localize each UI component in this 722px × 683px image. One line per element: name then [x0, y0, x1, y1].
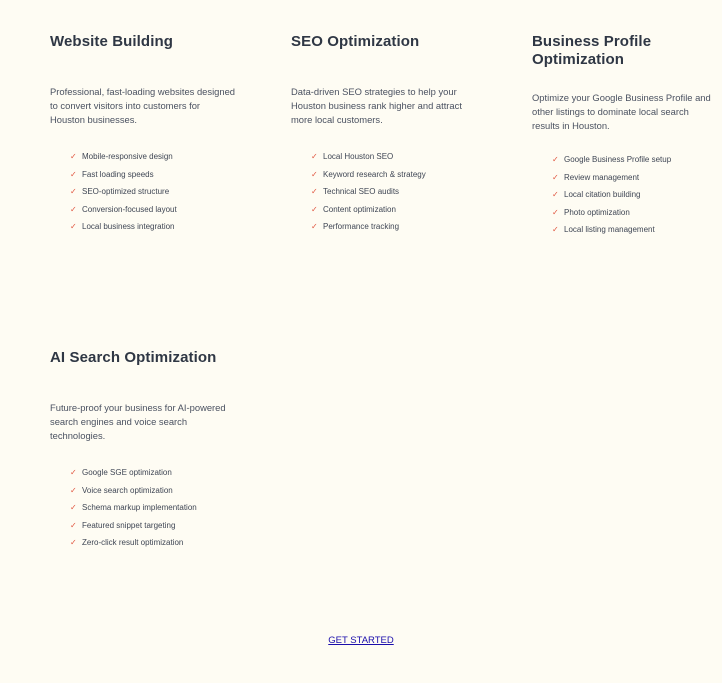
feature-item: ✓ Zero-click result optimization	[70, 537, 235, 555]
check-icon: ✓	[70, 222, 77, 231]
feature-item: ✓ Local Houston SEO	[311, 151, 476, 169]
feature-item: ✓ Mobile-responsive design	[70, 151, 235, 169]
feature-label: Local Houston SEO	[323, 152, 394, 161]
feature-label: Voice search optimization	[82, 485, 173, 495]
cta-container: GET STARTED	[0, 635, 722, 647]
feature-item: ✓ SEO-optimized structure	[70, 186, 235, 204]
check-icon: ✓	[70, 187, 77, 196]
check-icon: ✓	[311, 152, 318, 161]
check-icon: ✓	[70, 204, 77, 214]
check-icon: ✓	[311, 204, 318, 214]
feature-item: ✓ Schema markup implementation	[70, 502, 235, 520]
feature-label: Featured snippet targeting	[82, 520, 176, 530]
check-icon: ✓	[552, 155, 559, 164]
get-started-link[interactable]: GET STARTED	[328, 635, 393, 646]
feature-item: ✓ Fast loading speeds	[70, 169, 235, 187]
check-icon: ✓	[70, 520, 77, 530]
feature-item: ✓ Conversion-focused layout	[70, 204, 235, 222]
feature-list: ✓ Mobile-responsive design ✓ Fast loading …	[70, 151, 235, 239]
feature-label: Schema markup implementation	[82, 503, 197, 512]
service-title: SEO Optimization	[291, 33, 420, 50]
feature-item: ✓ Review management	[552, 172, 718, 190]
feature-label: Fast loading speeds	[82, 169, 154, 179]
service-title: AI Search Optimization	[50, 349, 217, 366]
service-description: Optimize your Google Business Profile an…	[532, 92, 711, 131]
feature-label: Review management	[564, 172, 640, 182]
feature-label: Technical SEO audits	[323, 187, 400, 196]
feature-item: ✓ Photo optimization	[552, 207, 718, 225]
feature-label: Local listing management	[564, 225, 655, 234]
feature-label: Local business integration	[82, 222, 175, 231]
feature-label: SEO-optimized structure	[82, 187, 170, 196]
check-icon: ✓	[311, 187, 318, 196]
service-description: Data-driven SEO strategies to help your …	[291, 86, 462, 125]
feature-item: ✓ Google SGE optimization	[70, 467, 235, 485]
service-title: Website Building	[50, 33, 173, 50]
check-icon: ✓	[552, 190, 559, 199]
feature-item: ✓ Content optimization	[311, 204, 476, 222]
check-icon: ✓	[552, 172, 559, 182]
feature-list: ✓ Local Houston SEO ✓ Keyword research & s…	[311, 151, 476, 239]
check-icon: ✓	[311, 222, 318, 231]
feature-item: ✓ Voice search optimization	[70, 485, 235, 503]
service-card-ai-search: AI Search Optimization Future-proof your…	[50, 349, 235, 555]
feature-label: Conversion-focused layout	[82, 204, 177, 214]
feature-item: ✓ Keyword research & strategy	[311, 169, 476, 187]
feature-label: Photo optimization	[564, 207, 630, 217]
check-icon: ✓	[70, 169, 77, 179]
feature-label: Google Business Profile setup	[564, 155, 672, 164]
service-description: Professional, fast-loading websites desi…	[50, 86, 236, 125]
feature-label: Mobile-responsive design	[82, 152, 173, 161]
feature-item: ✓ Google Business Profile setup	[552, 154, 718, 172]
service-description: Future-proof your business for AI-powere…	[50, 402, 226, 441]
feature-list: ✓ Google Business Profile setup ✓ Review m…	[552, 154, 718, 242]
check-icon: ✓	[552, 225, 559, 234]
feature-label: Content optimization	[323, 204, 396, 214]
check-icon: ✓	[70, 485, 77, 495]
feature-item: ✓ Performance tracking	[311, 221, 476, 239]
service-card-seo-optimization: SEO Optimization Data-driven SEO strateg…	[291, 33, 476, 239]
feature-item: ✓ Technical SEO audits	[311, 186, 476, 204]
check-icon: ✓	[70, 152, 77, 161]
check-icon: ✓	[70, 503, 77, 512]
check-icon: ✓	[311, 169, 318, 179]
check-icon: ✓	[70, 468, 77, 477]
feature-item: ✓ Local citation building	[552, 189, 718, 207]
service-card-business-profile: Business Profile Optimization Optimize y…	[532, 33, 718, 242]
feature-label: Performance tracking	[323, 222, 400, 231]
feature-item: ✓ Local business integration	[70, 221, 235, 239]
feature-label: Zero-click result optimization	[82, 538, 184, 547]
feature-item: ✓ Featured snippet targeting	[70, 520, 235, 538]
feature-label: Google SGE optimization	[82, 468, 172, 477]
feature-label: Local citation building	[564, 190, 641, 199]
service-title: Business Profile Optimization	[532, 33, 652, 68]
feature-list: ✓ Google SGE optimization ✓ Voice search o…	[70, 467, 235, 555]
service-card-website-building: Website Building Professional, fast-load…	[50, 33, 235, 239]
feature-item: ✓ Local listing management	[552, 224, 718, 242]
check-icon: ✓	[70, 538, 77, 547]
feature-label: Keyword research & strategy	[323, 169, 426, 179]
check-icon: ✓	[552, 207, 559, 217]
